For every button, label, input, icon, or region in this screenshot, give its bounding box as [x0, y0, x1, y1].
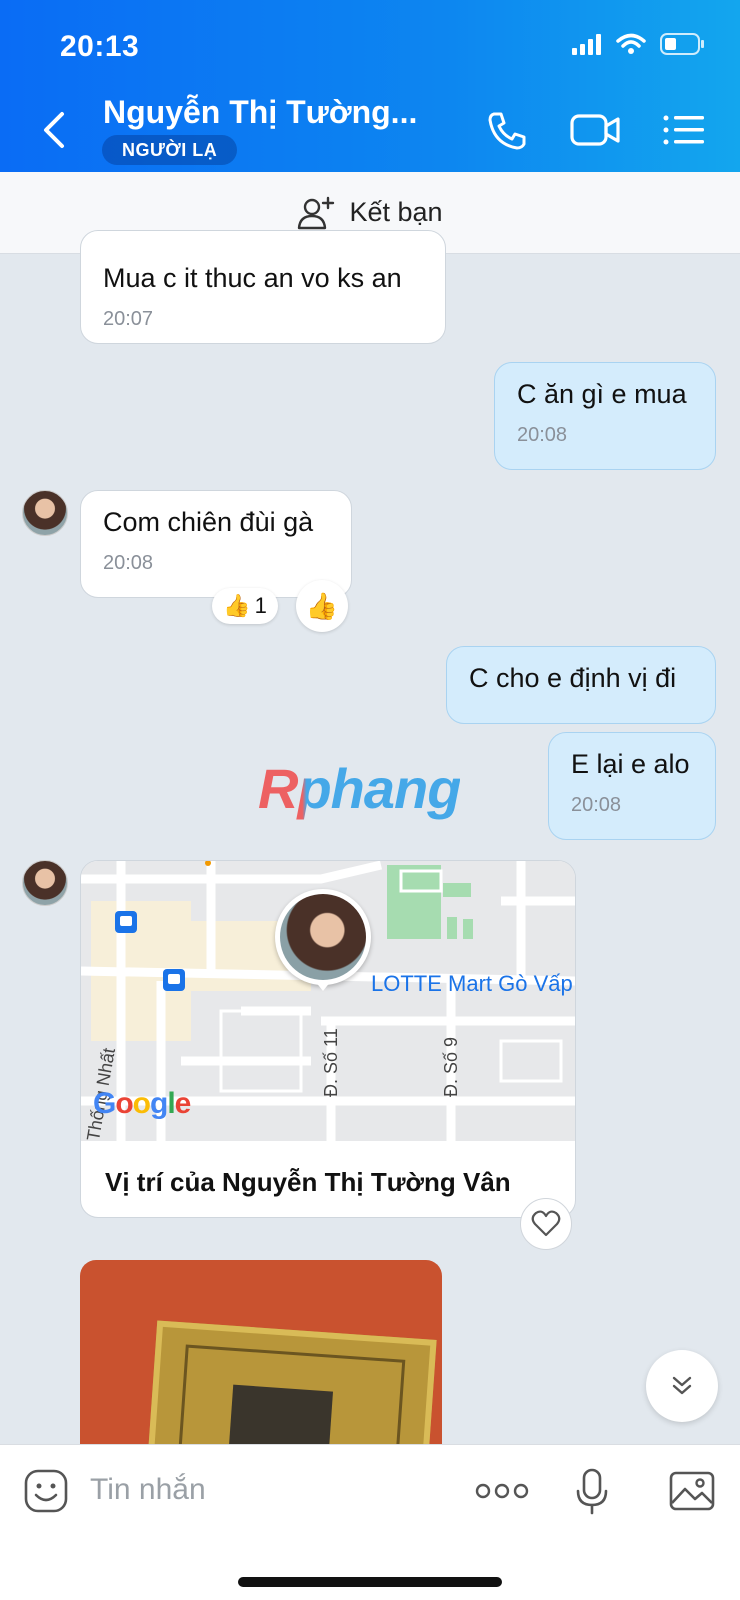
message-time: 20:08	[103, 552, 154, 574]
menu-list-icon	[663, 115, 704, 145]
chat-header: 20:13 Nguyễn Thị Tường... NGƯỜI LẠ	[0, 0, 740, 172]
video-call-icon	[570, 114, 620, 146]
message-time: 20:08	[517, 424, 568, 446]
message-time: 20:08	[571, 794, 622, 816]
more-icon	[475, 1483, 529, 1499]
message-text: C ăn gì e mua	[517, 379, 687, 409]
video-call-button[interactable]	[568, 108, 624, 152]
home-indicator	[238, 1577, 502, 1587]
photo-message[interactable]	[80, 1260, 442, 1460]
location-pin-avatar	[275, 889, 371, 991]
scroll-to-bottom-button[interactable]	[646, 1350, 718, 1422]
back-icon	[44, 112, 64, 148]
message-bubble[interactable]: Mua c it thuc an vo ks an 20:07	[80, 230, 446, 344]
back-button[interactable]	[36, 108, 76, 152]
more-button[interactable]	[474, 1467, 530, 1515]
voice-message-button[interactable]	[568, 1467, 616, 1515]
battery-icon	[660, 33, 704, 55]
message-text: C cho e định vị đi	[469, 663, 677, 693]
message-text: Mua c it thuc an vo ks an	[103, 263, 402, 293]
microphone-icon	[576, 1468, 608, 1515]
message-bubble[interactable]: C cho e định vị đi	[446, 646, 716, 724]
chat-menu-button[interactable]	[660, 108, 708, 152]
poi-label: LOTTE Mart Gò Vấp	[371, 971, 573, 996]
thumbs-up-icon: 👍	[305, 590, 339, 621]
add-friend-icon	[298, 196, 335, 229]
message-time: 20:07	[103, 308, 154, 330]
google-logo: Google	[93, 1087, 191, 1120]
thumbs-up-icon: 👍	[223, 593, 251, 618]
like-button[interactable]	[520, 1198, 572, 1250]
message-bubble[interactable]: C ăn gì e mua 20:08	[494, 362, 716, 470]
reaction-count-value: 1	[254, 593, 267, 618]
location-caption: Vị trí của Nguyễn Thị Tường Vân	[105, 1167, 511, 1197]
add-friend-label: Kết bạn	[349, 197, 443, 227]
street-label: Đ. Số 11	[321, 1028, 341, 1097]
sticker-button[interactable]	[22, 1467, 70, 1515]
status-time: 20:13	[60, 30, 140, 63]
contact-avatar[interactable]	[22, 860, 68, 906]
voice-call-button[interactable]	[484, 108, 532, 152]
location-card[interactable]: LOTTE Mart Gò Vấp Đ. Số 11 Đ. Số 9 Thống…	[80, 860, 576, 1218]
image-picker-button[interactable]	[668, 1467, 716, 1515]
wifi-icon	[616, 33, 646, 54]
contact-avatar[interactable]	[22, 490, 68, 536]
map-preview[interactable]: LOTTE Mart Gò Vấp Đ. Số 11 Đ. Số 9 Thống…	[81, 861, 575, 1142]
message-text: E lại e alo	[571, 749, 690, 779]
message-composer: Tin nhắn	[0, 1444, 740, 1600]
chevron-double-down-icon	[672, 1376, 692, 1395]
sticker-icon	[24, 1469, 68, 1513]
message-input[interactable]: Tin nhắn	[90, 1473, 206, 1507]
signal-icon	[572, 34, 601, 55]
message-text: Com chiên đùi gà	[103, 507, 314, 537]
heart-icon	[531, 1210, 561, 1237]
stranger-badge: NGƯỜI LẠ	[102, 135, 238, 165]
message-bubble[interactable]: E lại e alo 20:08	[548, 732, 716, 840]
phone-icon	[488, 112, 526, 150]
watermark-logo: Rphang	[258, 757, 461, 820]
status-icons	[572, 32, 706, 56]
reaction-count[interactable]: 👍 1	[212, 588, 278, 624]
react-button[interactable]: 👍	[296, 580, 348, 632]
contact-name[interactable]: Nguyễn Thị Tường...	[103, 94, 417, 131]
street-label: Đ. Số 9	[441, 1036, 461, 1097]
image-icon	[669, 1471, 715, 1511]
